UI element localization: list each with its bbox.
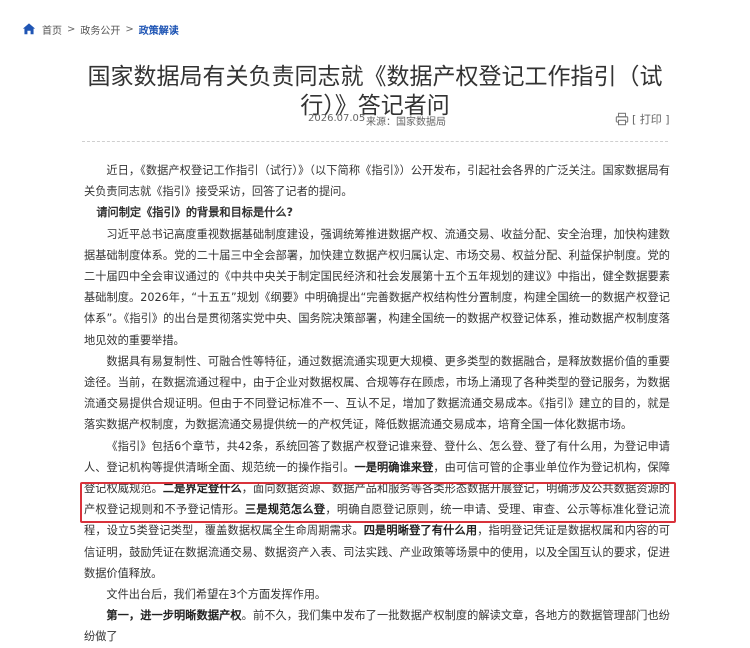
paragraph-answer-5: 第一，进一步明晰数据产权。前不久，我们集中发布了一批数据产权制度的解读文章，各地… [84, 605, 670, 647]
bold-point-first: 第一，进一步明晰数据产权 [106, 609, 242, 623]
breadcrumb-current[interactable]: 政策解读 [139, 22, 179, 37]
breadcrumb-home-link[interactable]: 首页 [42, 22, 62, 37]
paragraph-answer-1: 习近平总书记高度重视数据基础制度建设，强调统筹推进数据产权、流通交易、收益分配、… [84, 227, 670, 347]
paragraph-intro: 近日，《数据产权登记工作指引（试行）》（以下简称《指引》）公开发布，引起社会各界… [84, 164, 670, 199]
breadcrumb-category-link[interactable]: 政务公开 [80, 22, 120, 37]
article-page: 首页 > 政务公开 > 政策解读 国家数据局有关负责同志就《数据产权登记工作指引… [0, 0, 750, 643]
paragraph-answer-2: 数据具有易复制性、可融合性等特征，通过数据流通实现更大规模、更多类型的数据融合，… [84, 354, 670, 432]
bold-point-4: 四是明晰登了有什么用 [363, 524, 478, 538]
home-icon[interactable] [22, 22, 36, 36]
highlight-annotation-box [80, 482, 676, 523]
print-button[interactable]: [ 打印 ] [615, 110, 670, 128]
article-source: 来源：国家数据局 [366, 117, 446, 128]
breadcrumb: 首页 > 政务公开 > 政策解读 [22, 21, 179, 37]
bold-point-1: 一是明确谁来登 [354, 460, 434, 474]
breadcrumb-separator: > [125, 23, 134, 35]
article-body: 近日，《数据产权登记工作指引（试行）》（以下简称《指引》）公开发布，引起社会各界… [84, 160, 670, 648]
breadcrumb-separator: > [67, 23, 76, 35]
print-label: [ 打印 ] [632, 113, 670, 126]
article-meta: 2026.07.05 来源：国家数据局 [ 打印 ] [0, 110, 750, 128]
header-divider [82, 141, 668, 142]
article-date: 2026.07.05 [308, 113, 366, 124]
printer-icon [615, 112, 629, 126]
question-heading: 请问制定《指引》的背景和目标是什么? [96, 206, 293, 220]
paragraph-answer-4: 文件出台后，我们希望在3个方面发挥作用。 [106, 588, 327, 602]
